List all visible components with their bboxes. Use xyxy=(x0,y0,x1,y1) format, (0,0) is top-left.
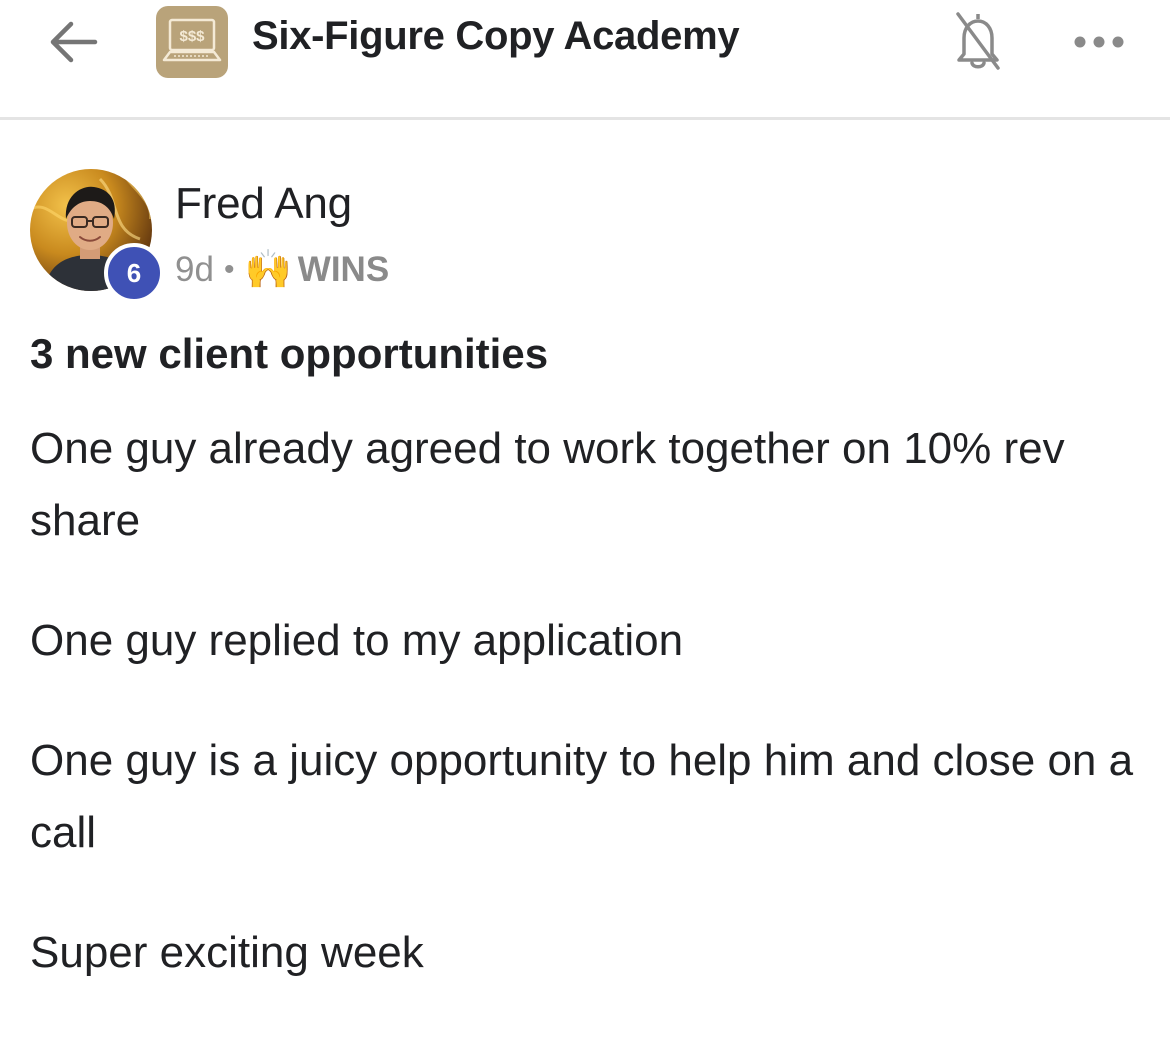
post-paragraph: One guy replied to my application xyxy=(30,616,684,665)
more-options-button[interactable] xyxy=(1066,22,1132,62)
top-app-bar: $$$ Six-Figure Copy Academy xyxy=(0,0,1170,120)
group-title: Six-Figure Copy Academy xyxy=(252,14,740,58)
post-meta: 9d • 🙌 WINS xyxy=(175,245,389,295)
bell-off-icon xyxy=(956,12,1000,70)
more-horizontal-icon xyxy=(1074,36,1124,48)
logo-text: $$$ xyxy=(179,28,205,45)
level-badge: 6 xyxy=(104,243,164,303)
post-time: 9d xyxy=(175,250,214,289)
author-name[interactable]: Fred Ang xyxy=(175,179,352,229)
laptop-money-icon: $$$ xyxy=(162,18,222,62)
post-title: 3 new client opportunities xyxy=(30,330,549,377)
back-button[interactable] xyxy=(42,12,106,72)
post: 6 Fred Ang 9d • 🙌 WINS 3 new client oppo… xyxy=(0,123,1170,1030)
post-paragraph: One guy is a juicy opportunity to help h… xyxy=(30,736,1134,857)
notifications-button[interactable] xyxy=(945,6,1011,76)
arrow-left-icon xyxy=(50,21,98,63)
post-paragraph: One guy already agreed to work together … xyxy=(30,424,1065,545)
post-body: One guy already agreed to work together … xyxy=(30,413,1150,1037)
raising-hands-icon: 🙌 xyxy=(244,249,292,291)
category-link[interactable]: 🙌 WINS xyxy=(244,250,389,290)
category-label: WINS xyxy=(297,250,390,289)
meta-separator: • xyxy=(223,253,235,286)
post-paragraph: Super exciting week xyxy=(30,928,424,977)
group-logo[interactable]: $$$ xyxy=(156,6,228,78)
